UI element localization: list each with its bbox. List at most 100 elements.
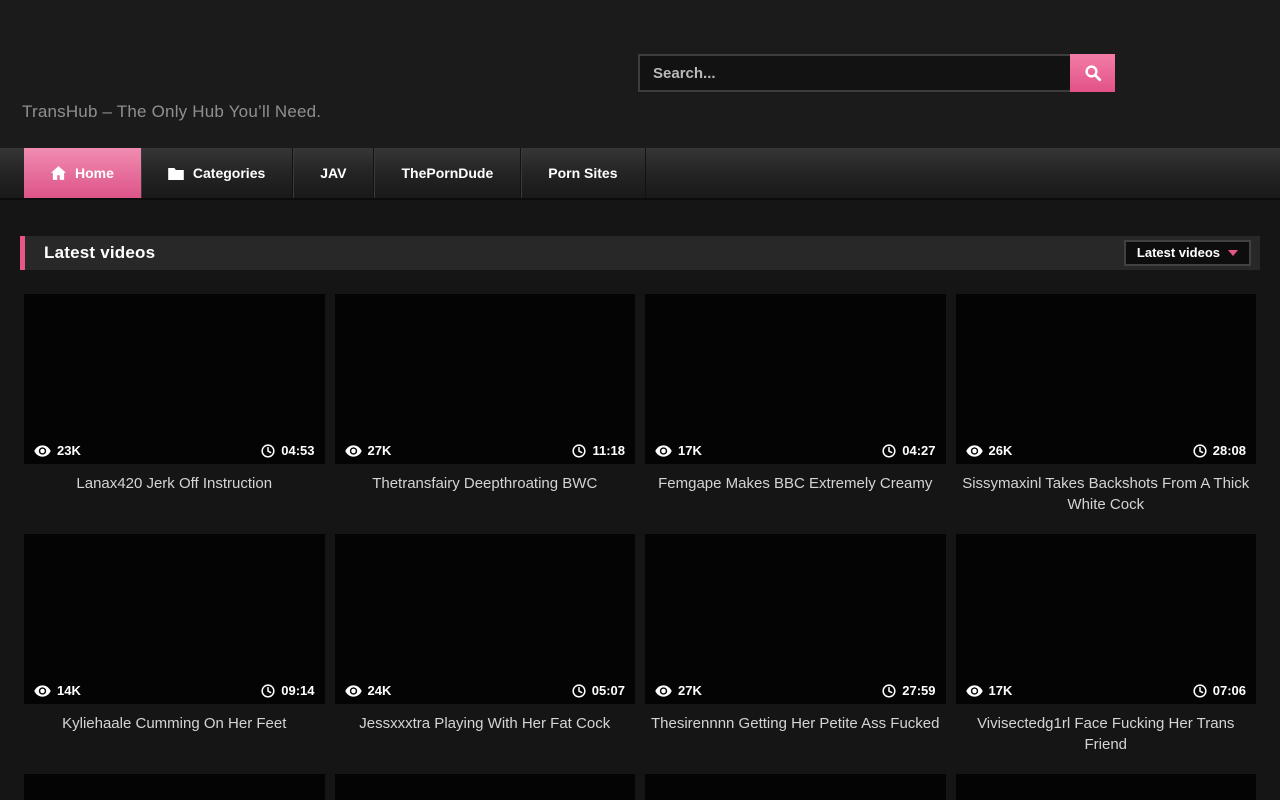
video-card[interactable]: 17K 07:06 Vivisectedg1rl Face Fucking He… — [956, 534, 1257, 755]
clock-icon — [261, 684, 275, 698]
video-duration: 04:53 — [261, 443, 314, 458]
clock-icon — [882, 684, 896, 698]
eye-icon — [966, 685, 983, 697]
eye-icon — [345, 685, 362, 697]
site-tagline: TransHub – The Only Hub You’ll Need. — [22, 102, 321, 122]
views-value: 17K — [678, 443, 702, 458]
sort-dropdown[interactable]: Latest videos — [1124, 240, 1251, 266]
video-duration: 09:14 — [261, 683, 314, 698]
duration-value: 27:59 — [902, 683, 935, 698]
eye-icon — [34, 685, 51, 697]
video-thumbnail[interactable]: 23K 04:53 — [24, 294, 325, 464]
video-card[interactable]: 27K 27:59 Thesirennnn Getting Her Petite… — [645, 534, 946, 755]
thumbnail-meta: 26K 28:08 — [966, 443, 1247, 458]
nav-item-jav[interactable]: JAV — [293, 148, 374, 198]
eye-icon — [655, 445, 672, 457]
video-thumbnail[interactable]: 27K 27:59 — [645, 534, 946, 704]
nav-item-porn-sites[interactable]: Porn Sites — [521, 148, 645, 198]
video-thumbnail[interactable] — [956, 774, 1257, 800]
duration-value: 11:18 — [592, 443, 625, 458]
clock-icon — [261, 444, 275, 458]
main-content: Latest videos Latest videos 23K — [0, 236, 1280, 800]
duration-value: 05:07 — [592, 683, 625, 698]
video-thumbnail[interactable]: 17K 07:06 — [956, 534, 1257, 704]
site-header: TransHub – The Only Hub You’ll Need. — [0, 0, 1280, 148]
video-title[interactable]: Femgape Makes BBC Extremely Creamy — [645, 473, 946, 515]
video-thumbnail[interactable] — [335, 774, 636, 800]
thumbnail-meta: 14K 09:14 — [34, 683, 315, 698]
video-title[interactable]: Thetransfairy Deepthroating BWC — [335, 473, 636, 515]
eye-icon — [34, 445, 51, 457]
views-count: 14K — [34, 683, 81, 698]
nav-item-home[interactable]: Home — [24, 148, 141, 198]
video-title[interactable]: Kyliehaale Cumming On Her Feet — [24, 713, 325, 755]
duration-value: 28:08 — [1213, 443, 1246, 458]
thumbnail-meta: 17K 07:06 — [966, 683, 1247, 698]
video-card[interactable]: 24K 05:07 Jessxxxtra Playing With Her Fa… — [335, 534, 636, 755]
video-card[interactable]: 17K 04:27 Femgape Makes BBC Extremely Cr… — [645, 294, 946, 515]
video-title[interactable]: Thesirennnn Getting Her Petite Ass Fucke… — [645, 713, 946, 755]
video-duration: 11:18 — [572, 443, 625, 458]
duration-value: 07:06 — [1213, 683, 1246, 698]
video-title[interactable]: Lanax420 Jerk Off Instruction — [24, 473, 325, 515]
video-card[interactable]: 14K 09:14 Kyliehaale Cumming On Her Feet — [24, 534, 325, 755]
views-count: 27K — [655, 683, 702, 698]
video-duration: 28:08 — [1193, 443, 1246, 458]
views-count: 24K — [345, 683, 392, 698]
video-title[interactable]: Jessxxxtra Playing With Her Fat Cock — [335, 713, 636, 755]
video-thumbnail[interactable] — [24, 774, 325, 800]
nav-item-label: Porn Sites — [548, 165, 617, 181]
search-input[interactable] — [638, 54, 1070, 92]
chevron-down-icon — [1228, 250, 1238, 256]
folder-icon — [168, 167, 184, 180]
video-duration: 27:59 — [882, 683, 935, 698]
nav-item-theporndude[interactable]: ThePornDude — [374, 148, 521, 198]
nav-item-categories[interactable]: Categories — [141, 148, 293, 198]
video-thumbnail[interactable] — [645, 774, 946, 800]
video-thumbnail[interactable]: 17K 04:27 — [645, 294, 946, 464]
video-card[interactable] — [645, 774, 946, 800]
eye-icon — [655, 685, 672, 697]
views-value: 23K — [57, 443, 81, 458]
video-card[interactable] — [335, 774, 636, 800]
section-header: Latest videos Latest videos — [20, 236, 1260, 270]
views-count: 27K — [345, 443, 392, 458]
search-icon — [1084, 64, 1102, 82]
clock-icon — [1193, 684, 1207, 698]
duration-value: 04:53 — [281, 443, 314, 458]
video-title[interactable]: Vivisectedg1rl Face Fucking Her Trans Fr… — [956, 713, 1257, 755]
thumbnail-meta: 27K 11:18 — [345, 443, 626, 458]
sort-dropdown-label: Latest videos — [1137, 245, 1220, 260]
video-thumbnail[interactable]: 24K 05:07 — [335, 534, 636, 704]
eye-icon — [966, 445, 983, 457]
main-nav: Home Categories JAV ThePornDude Porn Sit… — [0, 148, 1280, 200]
video-thumbnail[interactable]: 27K 11:18 — [335, 294, 636, 464]
video-card[interactable]: 26K 28:08 Sissymaxinl Takes Backshots Fr… — [956, 294, 1257, 515]
video-title[interactable]: Sissymaxinl Takes Backshots From A Thick… — [956, 473, 1257, 515]
nav-item-label: Categories — [193, 165, 265, 181]
home-icon — [51, 166, 66, 180]
clock-icon — [572, 444, 586, 458]
video-duration: 05:07 — [572, 683, 625, 698]
video-grid: 23K 04:53 Lanax420 Jerk Off Instruction — [24, 294, 1256, 800]
video-card[interactable]: 27K 11:18 Thetransfairy Deepthroating BW… — [335, 294, 636, 515]
video-card[interactable] — [956, 774, 1257, 800]
video-thumbnail[interactable]: 26K 28:08 — [956, 294, 1257, 464]
video-card[interactable] — [24, 774, 325, 800]
thumbnail-meta: 27K 27:59 — [655, 683, 936, 698]
views-value: 24K — [368, 683, 392, 698]
views-count: 23K — [34, 443, 81, 458]
video-thumbnail[interactable]: 14K 09:14 — [24, 534, 325, 704]
thumbnail-meta: 23K 04:53 — [34, 443, 315, 458]
section-title: Latest videos — [44, 243, 155, 263]
search-bar — [638, 54, 1115, 92]
nav-item-label: ThePornDude — [401, 165, 493, 181]
views-count: 17K — [655, 443, 702, 458]
video-card[interactable]: 23K 04:53 Lanax420 Jerk Off Instruction — [24, 294, 325, 515]
thumbnail-meta: 24K 05:07 — [345, 683, 626, 698]
duration-value: 09:14 — [281, 683, 314, 698]
search-button[interactable] — [1070, 54, 1115, 92]
duration-value: 04:27 — [902, 443, 935, 458]
views-value: 14K — [57, 683, 81, 698]
views-count: 17K — [966, 683, 1013, 698]
